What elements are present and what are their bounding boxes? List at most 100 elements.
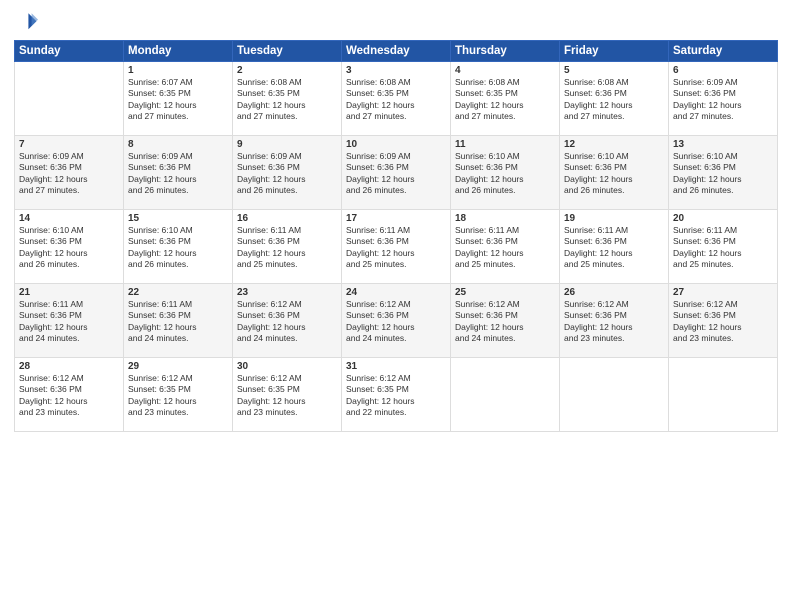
week-row-3: 21Sunrise: 6:11 AM Sunset: 6:36 PM Dayli… — [15, 284, 778, 358]
day-info: Sunrise: 6:08 AM Sunset: 6:35 PM Dayligh… — [346, 77, 446, 123]
day-number: 26 — [564, 287, 664, 298]
calendar-cell: 15Sunrise: 6:10 AM Sunset: 6:36 PM Dayli… — [124, 210, 233, 284]
day-number: 9 — [237, 139, 337, 150]
week-row-0: 1Sunrise: 6:07 AM Sunset: 6:35 PM Daylig… — [15, 62, 778, 136]
calendar-cell: 20Sunrise: 6:11 AM Sunset: 6:36 PM Dayli… — [669, 210, 778, 284]
day-info: Sunrise: 6:11 AM Sunset: 6:36 PM Dayligh… — [128, 299, 228, 345]
day-info: Sunrise: 6:12 AM Sunset: 6:35 PM Dayligh… — [346, 373, 446, 419]
day-number: 11 — [455, 139, 555, 150]
day-info: Sunrise: 6:12 AM Sunset: 6:36 PM Dayligh… — [237, 299, 337, 345]
day-number: 23 — [237, 287, 337, 298]
day-number: 15 — [128, 213, 228, 224]
calendar-cell: 8Sunrise: 6:09 AM Sunset: 6:36 PM Daylig… — [124, 136, 233, 210]
calendar-cell: 19Sunrise: 6:11 AM Sunset: 6:36 PM Dayli… — [560, 210, 669, 284]
calendar-cell — [560, 358, 669, 432]
logo-icon — [14, 10, 38, 34]
calendar-cell: 16Sunrise: 6:11 AM Sunset: 6:36 PM Dayli… — [233, 210, 342, 284]
calendar-cell: 21Sunrise: 6:11 AM Sunset: 6:36 PM Dayli… — [15, 284, 124, 358]
calendar-cell: 22Sunrise: 6:11 AM Sunset: 6:36 PM Dayli… — [124, 284, 233, 358]
calendar-cell: 5Sunrise: 6:08 AM Sunset: 6:36 PM Daylig… — [560, 62, 669, 136]
day-header-sunday: Sunday — [15, 41, 124, 62]
day-info: Sunrise: 6:09 AM Sunset: 6:36 PM Dayligh… — [237, 151, 337, 197]
day-number: 13 — [673, 139, 773, 150]
calendar-cell: 13Sunrise: 6:10 AM Sunset: 6:36 PM Dayli… — [669, 136, 778, 210]
calendar-cell — [669, 358, 778, 432]
day-info: Sunrise: 6:11 AM Sunset: 6:36 PM Dayligh… — [455, 225, 555, 271]
day-number: 8 — [128, 139, 228, 150]
calendar-cell: 6Sunrise: 6:09 AM Sunset: 6:36 PM Daylig… — [669, 62, 778, 136]
day-number: 16 — [237, 213, 337, 224]
day-info: Sunrise: 6:11 AM Sunset: 6:36 PM Dayligh… — [19, 299, 119, 345]
day-number: 21 — [19, 287, 119, 298]
day-header-thursday: Thursday — [451, 41, 560, 62]
header — [14, 10, 778, 34]
day-header-saturday: Saturday — [669, 41, 778, 62]
day-info: Sunrise: 6:09 AM Sunset: 6:36 PM Dayligh… — [19, 151, 119, 197]
day-number: 27 — [673, 287, 773, 298]
calendar-cell: 11Sunrise: 6:10 AM Sunset: 6:36 PM Dayli… — [451, 136, 560, 210]
day-number: 14 — [19, 213, 119, 224]
day-number: 12 — [564, 139, 664, 150]
calendar-cell: 4Sunrise: 6:08 AM Sunset: 6:35 PM Daylig… — [451, 62, 560, 136]
day-number: 7 — [19, 139, 119, 150]
day-info: Sunrise: 6:08 AM Sunset: 6:35 PM Dayligh… — [237, 77, 337, 123]
day-info: Sunrise: 6:12 AM Sunset: 6:36 PM Dayligh… — [346, 299, 446, 345]
calendar-cell: 12Sunrise: 6:10 AM Sunset: 6:36 PM Dayli… — [560, 136, 669, 210]
calendar-cell: 25Sunrise: 6:12 AM Sunset: 6:36 PM Dayli… — [451, 284, 560, 358]
day-number: 2 — [237, 65, 337, 76]
calendar-cell: 29Sunrise: 6:12 AM Sunset: 6:35 PM Dayli… — [124, 358, 233, 432]
calendar-cell: 28Sunrise: 6:12 AM Sunset: 6:36 PM Dayli… — [15, 358, 124, 432]
day-info: Sunrise: 6:10 AM Sunset: 6:36 PM Dayligh… — [128, 225, 228, 271]
day-number: 19 — [564, 213, 664, 224]
day-number: 10 — [346, 139, 446, 150]
day-header-tuesday: Tuesday — [233, 41, 342, 62]
day-number: 18 — [455, 213, 555, 224]
day-info: Sunrise: 6:08 AM Sunset: 6:36 PM Dayligh… — [564, 77, 664, 123]
day-number: 5 — [564, 65, 664, 76]
week-row-1: 7Sunrise: 6:09 AM Sunset: 6:36 PM Daylig… — [15, 136, 778, 210]
day-info: Sunrise: 6:12 AM Sunset: 6:36 PM Dayligh… — [673, 299, 773, 345]
day-info: Sunrise: 6:12 AM Sunset: 6:36 PM Dayligh… — [455, 299, 555, 345]
day-number: 1 — [128, 65, 228, 76]
day-info: Sunrise: 6:11 AM Sunset: 6:36 PM Dayligh… — [237, 225, 337, 271]
day-info: Sunrise: 6:12 AM Sunset: 6:35 PM Dayligh… — [237, 373, 337, 419]
calendar-cell: 9Sunrise: 6:09 AM Sunset: 6:36 PM Daylig… — [233, 136, 342, 210]
day-number: 31 — [346, 361, 446, 372]
calendar-cell: 3Sunrise: 6:08 AM Sunset: 6:35 PM Daylig… — [342, 62, 451, 136]
day-header-wednesday: Wednesday — [342, 41, 451, 62]
calendar-table: SundayMondayTuesdayWednesdayThursdayFrid… — [14, 40, 778, 432]
week-row-4: 28Sunrise: 6:12 AM Sunset: 6:36 PM Dayli… — [15, 358, 778, 432]
day-number: 30 — [237, 361, 337, 372]
day-number: 25 — [455, 287, 555, 298]
day-info: Sunrise: 6:07 AM Sunset: 6:35 PM Dayligh… — [128, 77, 228, 123]
calendar-cell — [15, 62, 124, 136]
day-number: 6 — [673, 65, 773, 76]
calendar-cell — [451, 358, 560, 432]
day-number: 24 — [346, 287, 446, 298]
calendar-cell: 2Sunrise: 6:08 AM Sunset: 6:35 PM Daylig… — [233, 62, 342, 136]
calendar-cell: 30Sunrise: 6:12 AM Sunset: 6:35 PM Dayli… — [233, 358, 342, 432]
day-info: Sunrise: 6:09 AM Sunset: 6:36 PM Dayligh… — [346, 151, 446, 197]
day-info: Sunrise: 6:11 AM Sunset: 6:36 PM Dayligh… — [346, 225, 446, 271]
calendar-cell: 1Sunrise: 6:07 AM Sunset: 6:35 PM Daylig… — [124, 62, 233, 136]
day-info: Sunrise: 6:10 AM Sunset: 6:36 PM Dayligh… — [564, 151, 664, 197]
calendar-cell: 31Sunrise: 6:12 AM Sunset: 6:35 PM Dayli… — [342, 358, 451, 432]
calendar-cell: 7Sunrise: 6:09 AM Sunset: 6:36 PM Daylig… — [15, 136, 124, 210]
day-header-friday: Friday — [560, 41, 669, 62]
day-number: 28 — [19, 361, 119, 372]
day-info: Sunrise: 6:08 AM Sunset: 6:35 PM Dayligh… — [455, 77, 555, 123]
day-info: Sunrise: 6:10 AM Sunset: 6:36 PM Dayligh… — [455, 151, 555, 197]
day-info: Sunrise: 6:11 AM Sunset: 6:36 PM Dayligh… — [673, 225, 773, 271]
day-number: 20 — [673, 213, 773, 224]
day-info: Sunrise: 6:10 AM Sunset: 6:36 PM Dayligh… — [673, 151, 773, 197]
day-info: Sunrise: 6:10 AM Sunset: 6:36 PM Dayligh… — [19, 225, 119, 271]
calendar-cell: 18Sunrise: 6:11 AM Sunset: 6:36 PM Dayli… — [451, 210, 560, 284]
day-header-monday: Monday — [124, 41, 233, 62]
day-info: Sunrise: 6:11 AM Sunset: 6:36 PM Dayligh… — [564, 225, 664, 271]
day-number: 17 — [346, 213, 446, 224]
calendar-cell: 10Sunrise: 6:09 AM Sunset: 6:36 PM Dayli… — [342, 136, 451, 210]
day-info: Sunrise: 6:09 AM Sunset: 6:36 PM Dayligh… — [673, 77, 773, 123]
calendar-cell: 14Sunrise: 6:10 AM Sunset: 6:36 PM Dayli… — [15, 210, 124, 284]
header-row: SundayMondayTuesdayWednesdayThursdayFrid… — [15, 41, 778, 62]
page: SundayMondayTuesdayWednesdayThursdayFrid… — [0, 0, 792, 612]
